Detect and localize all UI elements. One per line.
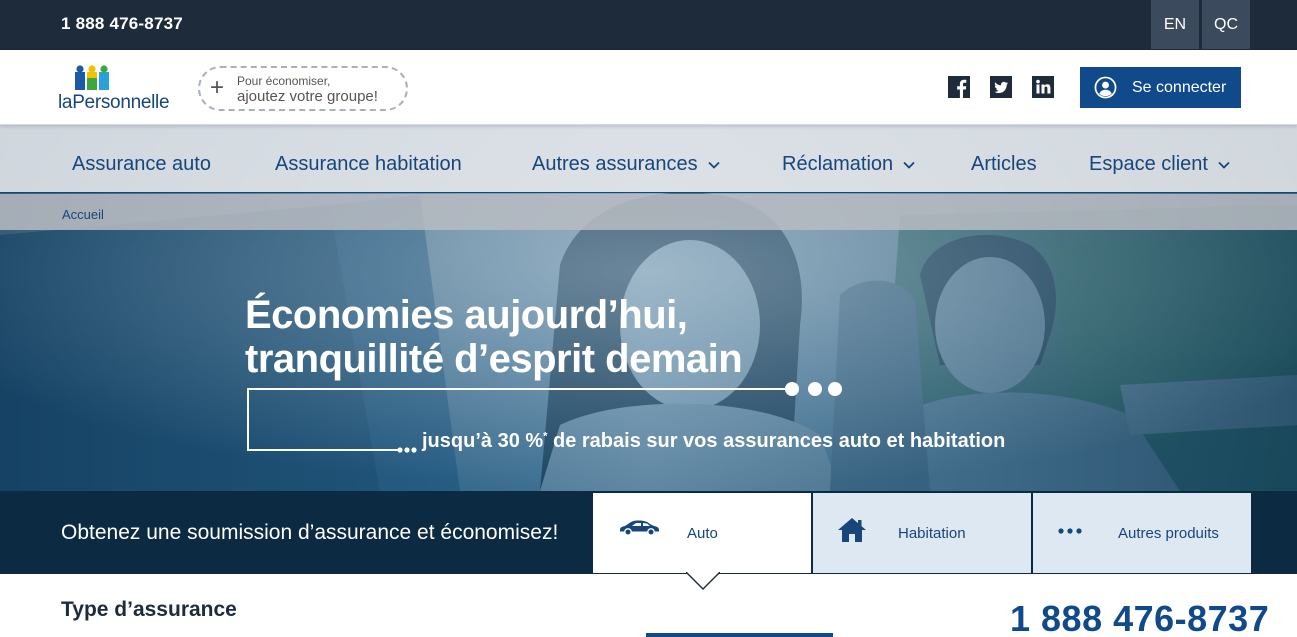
logo-people-icon [75,65,109,90]
hero-subline-suffix: de rabais sur vos assurances auto et hab… [547,430,1006,452]
main-nav: Assurance auto Assurance habitation Autr… [0,125,1297,193]
linkedin-icon[interactable] [1032,76,1054,98]
contact-phone-link[interactable]: 1 888 476-8737 [1010,598,1269,637]
hero-subline: jusqu’à 30 %* de rabais sur vos assuranc… [422,430,1005,453]
form-field-partial[interactable] [646,633,833,637]
tab-auto-label: Auto [687,525,718,542]
chevron-down-icon [903,161,915,169]
hero-headline-line2: tranquillité d’esprit demain [245,337,743,381]
top-bar: 1 888 476-8737 EN QC [0,0,1297,50]
quote-band-text: Obtenez une soumission d’assurance et éc… [61,521,559,544]
breadcrumb-home-link[interactable]: Accueil [62,207,104,222]
more-dots-icon [1058,528,1082,534]
nav-item-label: Assurance habitation [275,153,462,175]
nav-item-assurance-auto[interactable]: Assurance auto [72,153,211,176]
nav-item-reclamation[interactable]: Réclamation [782,153,915,176]
quote-band: Obtenez une soumission d’assurance et éc… [0,491,1297,574]
login-button[interactable]: Se connecter [1080,67,1241,108]
add-group-button[interactable]: + Pour économiser, ajoutez votre groupe! [198,66,408,111]
region-qc-button[interactable]: QC [1202,0,1250,49]
nav-item-label: Réclamation [782,153,894,175]
add-group-line1: Pour économiser, [237,74,331,88]
insurance-type-title: Type d’assurance [61,598,237,621]
facebook-icon[interactable] [948,76,970,98]
tab-auto[interactable]: Auto [593,493,811,573]
hero-banner: Assurance auto Assurance habitation Autr… [0,125,1297,491]
hero-subline-prefix: jusqu’à 30 % [422,430,544,452]
car-icon [620,520,659,536]
nav-item-label: Articles [971,153,1037,175]
top-phone-link[interactable]: 1 888 476-8737 [61,14,183,34]
nav-item-espace-client[interactable]: Espace client [1089,153,1230,176]
add-group-line2: ajoutez votre groupe! [237,88,378,105]
plus-icon: + [210,74,225,101]
brand-logo[interactable]: laPersonnelle [58,64,178,114]
tab-autres-produits-label: Autres produits [1118,525,1219,542]
hero-headline-line1: Économies aujourd’hui, [245,293,688,337]
active-tab-pointer [686,572,720,590]
tab-habitation-label: Habitation [898,525,966,542]
tab-autres-produits[interactable]: Autres produits [1033,493,1251,573]
nav-item-label: Assurance auto [72,153,211,175]
header: laPersonnelle + Pour économiser, ajoutez… [0,50,1297,125]
chevron-down-icon [708,161,720,169]
nav-item-assurance-habitation[interactable]: Assurance habitation [275,153,462,176]
breadcrumb: Accueil [0,194,1297,230]
nav-item-autres-assurances[interactable]: Autres assurances [532,153,720,176]
user-icon [1094,76,1117,99]
nav-item-label: Espace client [1089,153,1208,175]
chevron-down-icon [1218,161,1230,169]
hero-headline: Économies aujourd’hui, tranquillité d’es… [245,293,743,381]
page: 1 888 476-8737 EN QC laPersonnelle + Pou… [0,0,1297,637]
logo-text: laPersonnelle [58,92,170,113]
tab-habitation[interactable]: Habitation [813,493,1031,573]
login-label: Se connecter [1132,79,1227,96]
nav-item-articles[interactable]: Articles [971,153,1037,176]
quote-form-section: Type d’assurance 1 888 476-8737 [0,574,1297,637]
house-icon [838,518,866,542]
twitter-icon[interactable] [990,76,1012,98]
nav-item-label: Autres assurances [532,153,698,175]
language-en-button[interactable]: EN [1151,0,1199,49]
